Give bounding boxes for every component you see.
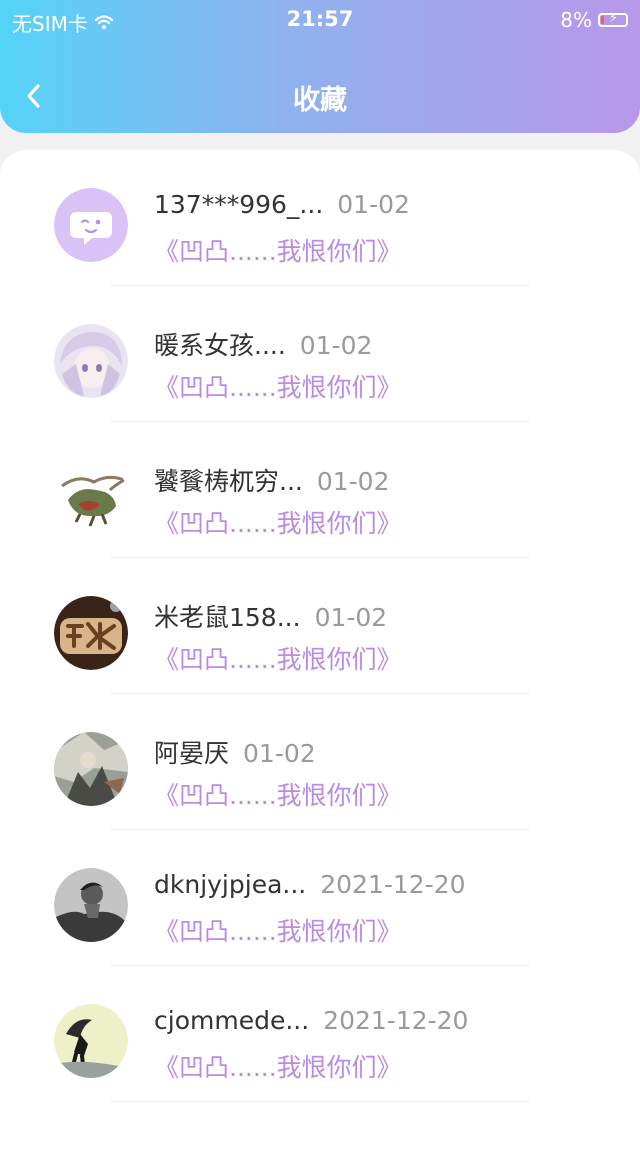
status-right: 8% ⚡ <box>560 8 628 32</box>
favorite-username: cjommede... <box>154 1006 310 1035</box>
list-item[interactable]: dknjyjpjea... 2021-12-20 《凹凸......我恨你们》 <box>0 830 640 966</box>
anime-girl-avatar <box>54 324 128 398</box>
favorite-title[interactable]: 《凹凸......我恨你们》 <box>154 1048 402 1084</box>
favorite-title[interactable]: 《凹凸......我恨你们》 <box>154 640 402 676</box>
avatar[interactable] <box>54 188 128 262</box>
battery-percent: 8% <box>560 8 592 32</box>
favorite-date: 2021-12-20 <box>323 1006 469 1035</box>
header-bar: 无SIM卡 21:57 8% ⚡ 收藏 <box>0 0 640 133</box>
favorite-name: 饕餮梼杌穷... 01-02 <box>154 462 390 498</box>
illustration-avatar <box>54 732 128 806</box>
favorite-title[interactable]: 《凹凸......我恨你们》 <box>154 504 402 540</box>
favorites-card: 137***996_... 01-02 《凹凸......我恨你们》 暖系女孩..… <box>0 150 640 1150</box>
avatar[interactable] <box>54 1004 128 1078</box>
battery-icon: ⚡ <box>598 11 628 27</box>
umbrella-figure-avatar <box>54 1004 128 1078</box>
favorite-title[interactable]: 《凹凸......我恨你们》 <box>154 776 402 812</box>
list-item[interactable]: cjommede... 2021-12-20 《凹凸......我恨你们》 <box>0 966 640 1102</box>
favorite-date: 01-02 <box>314 603 388 632</box>
status-bar: 无SIM卡 21:57 8% ⚡ <box>0 0 640 40</box>
status-time: 21:57 <box>286 7 354 31</box>
favorite-name: cjommede... 2021-12-20 <box>154 1006 468 1035</box>
favorite-date: 2021-12-20 <box>320 870 466 899</box>
favorite-username: dknjyjpjea... <box>154 870 307 899</box>
favorite-name: 137***996_... 01-02 <box>154 190 410 219</box>
list-item[interactable]: 暖系女孩.... 01-02 《凹凸......我恨你们》 <box>0 286 640 422</box>
chat-bubble-icon <box>54 188 128 262</box>
favorite-date: 01-02 <box>316 467 390 496</box>
avatar[interactable] <box>54 324 128 398</box>
favorite-title[interactable]: 《凹凸......我恨你们》 <box>154 912 402 948</box>
divider <box>110 1101 530 1102</box>
favorite-date: 01-02 <box>299 331 373 360</box>
avatar[interactable] <box>54 732 128 806</box>
favorite-username: 饕餮梼杌穷... <box>154 467 303 496</box>
favorite-username: 137***996_... <box>154 190 324 219</box>
avatar[interactable] <box>54 596 128 670</box>
favorite-date: 01-02 <box>243 739 316 768</box>
favorite-name: 阿晏厌 01-02 <box>154 734 316 770</box>
list-item[interactable]: 阿晏厌 01-02 《凹凸......我恨你们》 <box>0 694 640 830</box>
favorite-name: 米老鼠158... 01-02 <box>154 598 387 634</box>
list-item[interactable]: 饕餮梼杌穷... 01-02 《凹凸......我恨你们》 <box>0 422 640 558</box>
mythical-beast-avatar <box>54 460 128 534</box>
favorite-date: 01-02 <box>337 190 410 219</box>
favorite-username: 暖系女孩.... <box>154 331 286 360</box>
list-item[interactable]: 137***996_... 01-02 《凹凸......我恨你们》 <box>0 150 640 286</box>
page-title: 收藏 <box>293 85 347 116</box>
wooden-character-avatar <box>54 596 128 670</box>
favorite-title[interactable]: 《凹凸......我恨你们》 <box>154 368 402 404</box>
avatar[interactable] <box>54 868 128 942</box>
list-item[interactable]: 米老鼠158... 01-02 《凹凸......我恨你们》 <box>0 558 640 694</box>
favorite-name: 暖系女孩.... 01-02 <box>154 326 372 362</box>
favorites-list: 137***996_... 01-02 《凹凸......我恨你们》 暖系女孩..… <box>0 150 640 1102</box>
favorite-title[interactable]: 《凹凸......我恨你们》 <box>154 232 402 268</box>
favorite-name: dknjyjpjea... 2021-12-20 <box>154 870 466 899</box>
photo-bw-avatar <box>54 868 128 942</box>
favorite-username: 米老鼠158... <box>154 603 301 632</box>
favorite-username: 阿晏厌 <box>154 739 230 768</box>
avatar[interactable] <box>54 460 128 534</box>
